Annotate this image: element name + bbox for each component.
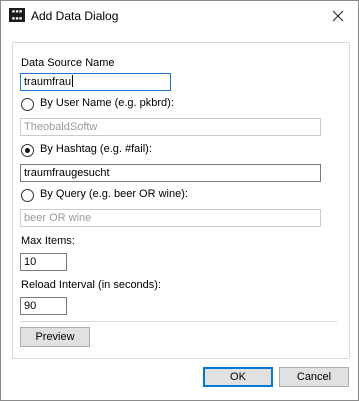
preview-button[interactable]: Preview <box>20 327 90 347</box>
reload-interval-input[interactable]: 90 <box>20 297 67 315</box>
by-query-label: By Query (e.g. beer OR wine): <box>40 188 188 200</box>
reload-interval-label: Reload Interval (in seconds): <box>21 279 162 291</box>
radio-checked-icon <box>21 144 34 157</box>
query-input[interactable]: beer OR wine <box>20 209 321 227</box>
by-user-name-radio[interactable]: By User Name (e.g. pkbrd): <box>21 97 321 112</box>
ok-button[interactable]: OK <box>203 367 273 387</box>
window-title: Add Data Dialog <box>31 9 119 23</box>
close-icon[interactable] <box>328 6 348 26</box>
by-hashtag-radio[interactable]: By Hashtag (e.g. #fail): <box>21 143 321 158</box>
data-source-name-input[interactable]: traumfrau <box>20 73 171 91</box>
by-user-name-label: By User Name (e.g. pkbrd): <box>40 97 174 109</box>
cancel-button[interactable]: Cancel <box>279 367 349 387</box>
by-hashtag-label: By Hashtag (e.g. #fail): <box>40 143 152 155</box>
app-logo-icon: ▪▪▪ ▪▪▪ <box>9 8 25 22</box>
radio-unchecked-icon <box>21 189 34 202</box>
add-data-dialog: ▪▪▪ ▪▪▪ Add Data Dialog Data Source Name … <box>0 0 359 401</box>
text-caret <box>72 75 74 87</box>
max-items-input[interactable]: 10 <box>20 253 67 271</box>
title-bar: ▪▪▪ ▪▪▪ Add Data Dialog <box>1 1 358 31</box>
by-query-radio[interactable]: By Query (e.g. beer OR wine): <box>21 188 321 203</box>
user-name-input[interactable]: TheobaldSoftw <box>20 118 321 136</box>
hashtag-input[interactable]: traumfraugesucht <box>20 164 321 182</box>
data-source-name-value: traumfrau <box>24 76 72 88</box>
max-items-label: Max Items: <box>21 235 75 247</box>
radio-unchecked-icon <box>21 98 34 111</box>
data-source-name-label: Data Source Name <box>21 57 115 69</box>
options-panel: Data Source Name traumfrau By User Name … <box>12 42 350 359</box>
separator-line <box>20 321 337 322</box>
